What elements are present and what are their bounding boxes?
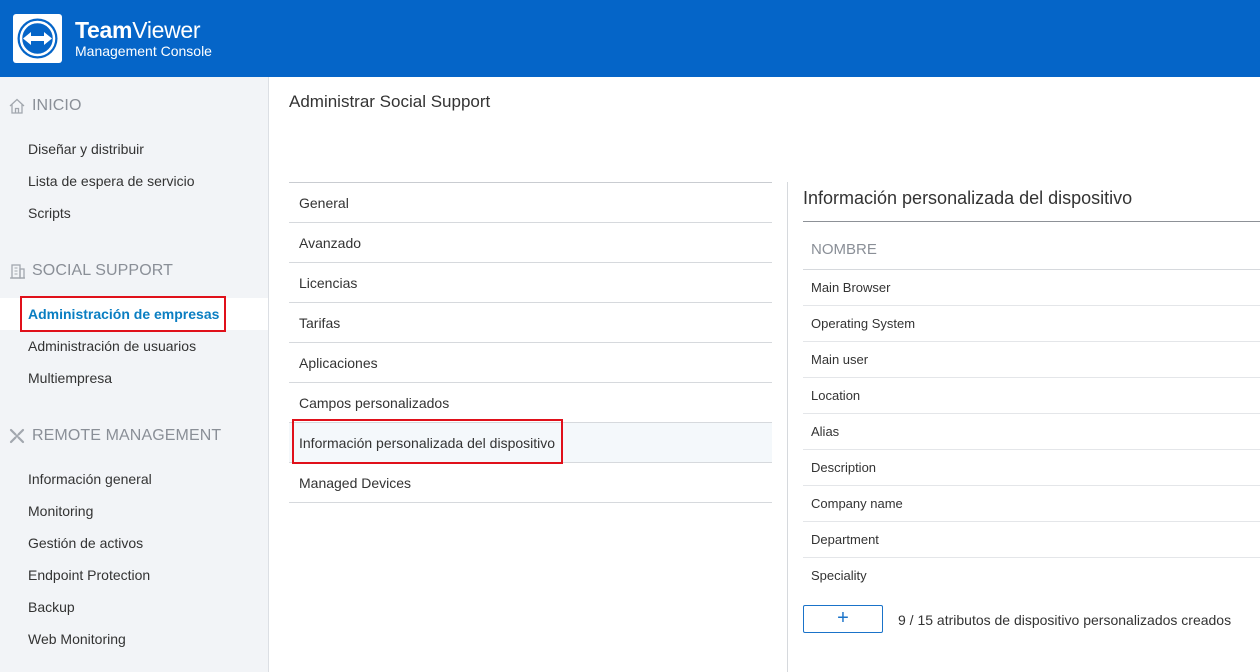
attribute-row[interactable]: Alias: [803, 414, 1260, 450]
menu-item-managed-devices[interactable]: Managed Devices: [289, 463, 772, 503]
sidebar-item-administracion-usuarios[interactable]: Administración de usuarios: [0, 330, 268, 362]
brand: TeamViewer Management Console: [75, 18, 212, 60]
sidebar-item-administracion-empresas[interactable]: Administración de empresas: [0, 298, 268, 330]
sidebar-section-inicio[interactable]: INICIO: [8, 97, 82, 115]
remote-cross-icon: [9, 428, 25, 444]
panel-title-rule: [803, 221, 1260, 222]
menu-item-campos-personalizados[interactable]: Campos personalizados: [289, 383, 772, 423]
menu-item-avanzado[interactable]: Avanzado: [289, 223, 772, 263]
add-attribute-button[interactable]: +: [803, 605, 883, 633]
attribute-count-text: 9 / 15 atributos de dispositivo personal…: [898, 612, 1232, 628]
menu-item-general[interactable]: General: [289, 183, 772, 223]
attribute-row[interactable]: Company name: [803, 486, 1260, 522]
building-icon: [10, 264, 25, 279]
attribute-row[interactable]: Main user: [803, 342, 1260, 378]
brand-subtitle: Management Console: [75, 43, 212, 59]
attribute-row[interactable]: Main Browser: [803, 270, 1260, 306]
sidebar-item-endpoint-protection[interactable]: Endpoint Protection: [0, 559, 268, 591]
attribute-row[interactable]: Speciality: [803, 558, 1260, 594]
attribute-row[interactable]: Location: [803, 378, 1260, 414]
sidebar-section-title: INICIO: [32, 97, 82, 114]
sidebar-item-backup[interactable]: Backup: [0, 591, 268, 623]
sidebar-item-monitoring[interactable]: Monitoring: [0, 495, 268, 527]
menu-item-tarifas[interactable]: Tarifas: [289, 303, 772, 343]
sidebar-section-social-support[interactable]: SOCIAL SUPPORT: [8, 262, 173, 280]
sidebar-item-lista-espera[interactable]: Lista de espera de servicio: [0, 165, 268, 197]
sidebar-item-scripts[interactable]: Scripts: [0, 197, 268, 229]
sidebar-section-remote-management[interactable]: REMOTE MANAGEMENT: [8, 427, 221, 445]
sidebar-section-title: SOCIAL SUPPORT: [32, 262, 173, 279]
brand-name-bold: Team: [75, 17, 133, 43]
column-header-nombre[interactable]: NOMBRE: [803, 232, 1260, 270]
menu-item-aplicaciones[interactable]: Aplicaciones: [289, 343, 772, 383]
sidebar-item-multiempresa[interactable]: Multiempresa: [0, 362, 268, 394]
attribute-list: Main Browser Operating System Main user …: [803, 270, 1260, 594]
settings-menu: General Avanzado Licencias Tarifas Aplic…: [289, 182, 772, 503]
sidebar: INICIO Diseñar y distribuir Lista de esp…: [0, 77, 269, 672]
attribute-row[interactable]: Description: [803, 450, 1260, 486]
brand-name-regular: Viewer: [132, 17, 201, 43]
top-header: TeamViewer Management Console: [0, 0, 1260, 77]
attribute-row[interactable]: Department: [803, 522, 1260, 558]
page-title: Administrar Social Support: [289, 92, 491, 111]
sidebar-item-informacion-general[interactable]: Información general: [0, 463, 268, 495]
menu-item-licencias[interactable]: Licencias: [289, 263, 772, 303]
sidebar-item-web-monitoring[interactable]: Web Monitoring: [0, 623, 268, 655]
teamviewer-logo[interactable]: [13, 14, 62, 63]
sidebar-section-title: REMOTE MANAGEMENT: [32, 427, 222, 444]
sidebar-item-gestion-activos[interactable]: Gestión de activos: [0, 527, 268, 559]
menu-item-informacion-dispositivo[interactable]: Información personalizada del dispositiv…: [289, 423, 772, 463]
sidebar-item-disenar[interactable]: Diseñar y distribuir: [0, 133, 268, 165]
home-icon: [9, 98, 25, 114]
brand-name: TeamViewer: [75, 18, 212, 42]
panel-title: Información personalizada del dispositiv…: [803, 188, 1133, 208]
attribute-row[interactable]: Operating System: [803, 306, 1260, 342]
panel-divider: [787, 182, 788, 672]
teamviewer-arrows-icon: [17, 18, 58, 59]
